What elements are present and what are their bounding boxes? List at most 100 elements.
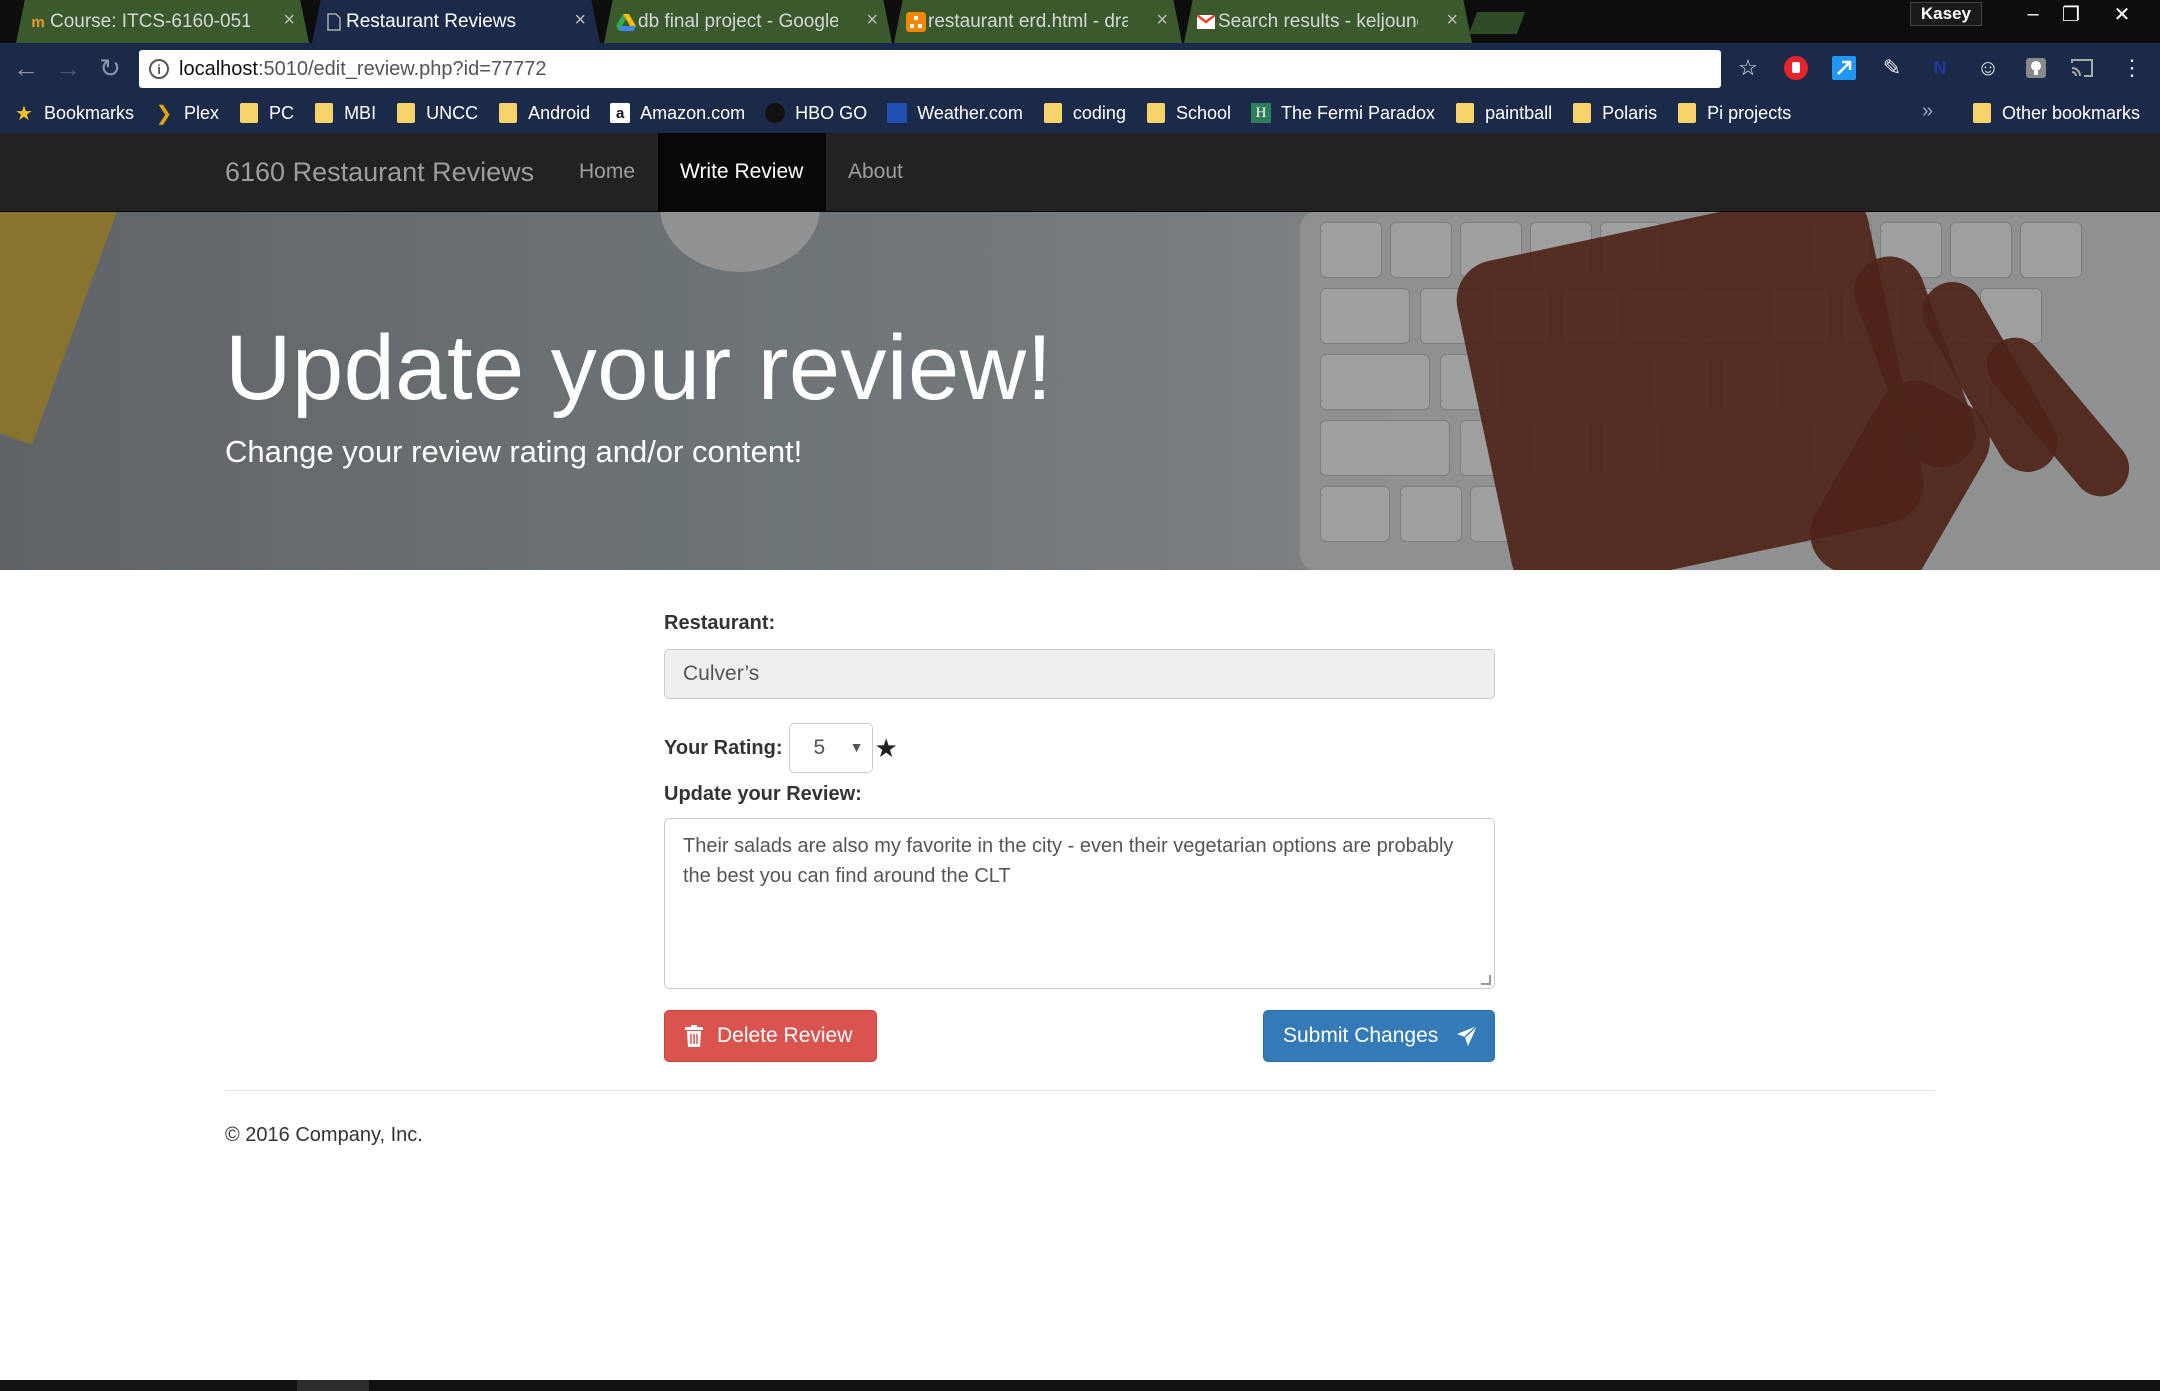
close-icon[interactable]: × <box>866 9 878 32</box>
nav-about[interactable]: About <box>826 133 925 211</box>
lightbulb-icon[interactable] <box>2022 54 2050 82</box>
star-icon: ★ <box>15 102 33 125</box>
review-text: Their salads are also my favorite in the… <box>683 835 1454 887</box>
chevron-down-icon: ▼ <box>849 739 864 755</box>
hero-subtitle: Change your review rating and/or content… <box>225 434 803 469</box>
browser-toolbar: ← → ↻ i localhost:5010/edit_review.php?i… <box>0 43 2160 93</box>
profile-button[interactable]: Kasey <box>1909 2 1982 26</box>
bookmark-label: MBI <box>344 102 377 123</box>
bookmark-star-icon[interactable]: ☆ <box>1734 54 1762 82</box>
bookmark-amazon[interactable]: a Amazon.com <box>610 103 745 124</box>
bookmark-plex[interactable]: ❯ Plex <box>154 102 220 125</box>
extension-arrow-icon[interactable] <box>1830 54 1858 82</box>
folder-icon <box>1455 103 1475 123</box>
bookmark-folder-mbi[interactable]: MBI <box>314 103 376 124</box>
rating-label: Your Rating: <box>664 736 783 759</box>
browser-tab-active[interactable]: Restaurant Reviews × <box>312 0 600 43</box>
taskbar-item[interactable] <box>297 1380 369 1391</box>
delete-review-label: Delete Review <box>717 1024 853 1047</box>
tab-title: Search results - keljound <box>1218 10 1418 32</box>
tab-title: Restaurant Reviews <box>346 10 517 32</box>
site-navbar: 6160 Restaurant Reviews Home Write Revie… <box>0 133 2160 212</box>
ghostery-icon[interactable]: ☺ <box>1974 54 2002 82</box>
minimize-icon[interactable]: ‒ <box>2013 0 2053 28</box>
bookmark-label: coding <box>1072 102 1126 123</box>
folder-icon <box>1972 103 1992 123</box>
plex-icon: ❯ <box>155 102 173 125</box>
other-bookmarks[interactable]: Other bookmarks <box>1972 93 2140 133</box>
bookmark-folder-polaris[interactable]: Polaris <box>1572 103 1657 124</box>
browser-tab-strip: m Course: ITCS-6160-051-S × Restaurant R… <box>0 0 2160 43</box>
trash-icon <box>685 1025 703 1047</box>
browser-tab[interactable]: db final project - Google × <box>604 0 892 43</box>
send-icon <box>1456 1025 1478 1047</box>
bookmark-label: Plex <box>184 102 220 123</box>
tab-title: Course: ITCS-6160-051-S <box>50 10 250 32</box>
close-icon[interactable]: × <box>283 9 295 32</box>
h-icon: H <box>1251 103 1271 123</box>
bookmark-bookmarks[interactable]: ★ Bookmarks <box>14 102 135 125</box>
os-taskbar <box>0 1380 2160 1391</box>
url-path: :5010/edit_review.php?id=77772 <box>257 57 547 80</box>
new-tab-button[interactable] <box>1468 12 1526 34</box>
restore-icon[interactable]: ❐ <box>2051 0 2091 28</box>
rating-select[interactable]: 5 ▼ <box>788 723 873 773</box>
submit-changes-button[interactable]: Submit Changes <box>1263 1010 1495 1062</box>
adblock-icon[interactable] <box>1782 54 1810 82</box>
resize-handle-icon[interactable] <box>1481 975 1491 985</box>
footer-copyright: © 2016 Company, Inc. <box>225 1124 423 1146</box>
review-textarea[interactable]: Their salads are also my favorite in the… <box>664 818 1495 989</box>
bookmark-label: Weather.com <box>917 102 1023 123</box>
bookmark-label: Amazon.com <box>640 102 746 123</box>
reload-icon[interactable]: ↻ <box>94 52 126 84</box>
bookmark-folder-pc[interactable]: PC <box>239 103 294 124</box>
bookmark-folder-school[interactable]: School <box>1146 103 1231 124</box>
back-icon[interactable]: ← <box>10 52 42 84</box>
rating-select-value: 5 <box>813 736 826 759</box>
site-brand[interactable]: 6160 Restaurant Reviews <box>225 157 534 188</box>
forward-icon[interactable]: → <box>52 52 84 84</box>
close-icon[interactable]: × <box>574 9 586 32</box>
delete-review-button[interactable]: Delete Review <box>664 1010 877 1062</box>
close-window-icon[interactable]: ✕ <box>2102 0 2142 28</box>
star-icon: ★ <box>874 732 898 763</box>
browser-tab[interactable]: m Course: ITCS-6160-051-S × <box>16 0 309 43</box>
hero-banner: Update your review! Change your review r… <box>0 212 2160 570</box>
menu-icon[interactable]: ⋮ <box>2118 54 2146 82</box>
bookmark-label: paintball <box>1485 102 1553 123</box>
nav-write-review[interactable]: Write Review <box>658 133 826 211</box>
nav-home[interactable]: Home <box>557 133 657 211</box>
pen-icon[interactable]: ✎ <box>1878 54 1906 82</box>
more-bookmarks-chevron-icon[interactable]: » <box>1922 100 1933 123</box>
bookmark-folder-pi-projects[interactable]: Pi projects <box>1677 103 1791 124</box>
info-icon[interactable]: i <box>149 59 169 79</box>
browser-tab[interactable]: restaurant erd.html - dra × <box>894 0 1182 43</box>
google-drive-icon <box>616 12 636 32</box>
tab-title: db final project - Google <box>638 10 838 32</box>
folder-icon <box>1677 103 1697 123</box>
bookmark-fermi-paradox[interactable]: H The Fermi Paradox <box>1251 103 1435 124</box>
tab-title: restaurant erd.html - dra <box>928 10 1128 32</box>
bookmark-folder-android[interactable]: Android <box>498 103 590 124</box>
extension-n-icon[interactable]: N <box>1926 54 1954 82</box>
browser-tab[interactable]: Search results - keljound × <box>1184 0 1472 43</box>
cast-icon[interactable] <box>2068 54 2096 82</box>
close-icon[interactable]: × <box>1156 9 1168 32</box>
review-label: Update your Review: <box>664 783 862 805</box>
hbo-icon <box>765 103 786 123</box>
bookmark-hbo[interactable]: HBO GO <box>765 103 867 124</box>
submit-changes-label: Submit Changes <box>1283 1024 1439 1047</box>
bookmark-label: The Fermi Paradox <box>1281 102 1436 123</box>
folder-icon <box>396 103 416 123</box>
bookmark-folder-coding[interactable]: coding <box>1043 103 1126 124</box>
folder-icon <box>1572 103 1592 123</box>
bookmark-label: UNCC <box>426 102 479 123</box>
close-icon[interactable]: × <box>1446 9 1458 32</box>
bookmark-folder-paintball[interactable]: paintball <box>1455 103 1552 124</box>
bookmark-label: PC <box>269 102 295 123</box>
bookmark-folder-uncc[interactable]: UNCC <box>396 103 478 124</box>
bookmark-weather[interactable]: Weather.com <box>887 103 1023 124</box>
address-bar[interactable]: i localhost:5010/edit_review.php?id=7777… <box>139 50 1721 88</box>
bookmark-label: Bookmarks <box>44 102 135 123</box>
folder-icon <box>1043 103 1063 123</box>
